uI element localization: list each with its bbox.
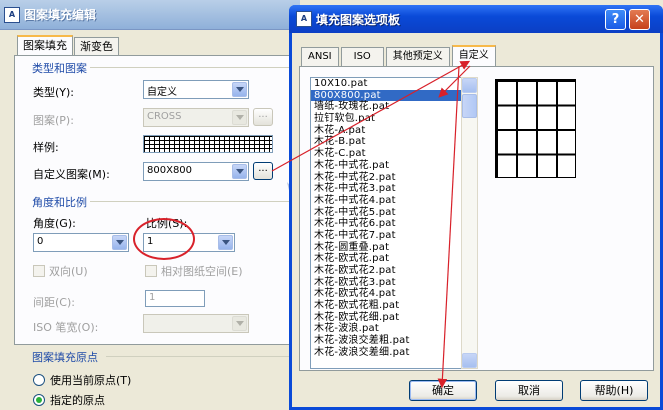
pattern-list-item[interactable]: 木花-中式花7.pat [311,230,477,242]
pattern-list-item[interactable]: 木花-欧式花3.pat [311,277,477,289]
pattern-list-item[interactable]: 木花-欧式花.pat [311,253,477,265]
pattern-swatch[interactable] [143,135,273,153]
pattern-list-item[interactable]: 木花-欧式花4.pat [311,288,477,300]
custom-pattern-label: 自定义图案(M): [33,168,110,181]
swatch-label: 样例: [33,141,59,154]
hatch-edit-tabs: 图案填充 渐变色 [17,35,120,56]
hatch-edit-title: 图案填充编辑 [24,8,97,22]
iso-pen-label: ISO 笔宽(O): [33,321,99,334]
autocad-app-icon: A [296,11,312,27]
spacing-label: 间距(C): [33,296,75,309]
type-select-value: 自定义 [147,87,177,98]
hatch-edit-titlebar[interactable]: A 图案填充编辑 [0,0,300,30]
origin-divider [106,356,300,357]
tab-ansi[interactable]: ANSI [301,47,339,67]
checkbox-box[interactable] [145,265,157,277]
chevron-down-icon[interactable] [218,235,233,250]
pattern-list-item[interactable]: 木花-B.pat [311,136,477,148]
specified-origin-label: 指定的原点 [50,394,105,407]
chevron-down-icon[interactable] [112,235,127,250]
origin-heading: 图案填充原点 [32,351,98,364]
tab-hatch[interactable]: 图案填充 [17,35,73,56]
pattern-list-item[interactable]: 10X10.pat [311,78,477,90]
help-icon[interactable]: ? [605,9,626,30]
relative-paper-label: 相对图纸空间(E) [161,265,243,278]
use-current-origin-label: 使用当前原点(T) [50,374,132,387]
checkbox-box[interactable] [33,265,45,277]
scroll-thumb[interactable] [462,94,477,118]
type-select[interactable]: 自定义 [143,80,249,99]
pattern-list-item[interactable]: 木花-圆重叠.pat [311,242,477,254]
type-pattern-divider [90,67,300,68]
pattern-list-item[interactable]: 木花-中式花2.pat [311,172,477,184]
pattern-list-item[interactable]: 木花-中式花4.pat [311,195,477,207]
tab-custom[interactable]: 自定义 [451,45,496,67]
chevron-down-icon[interactable] [232,164,247,179]
pattern-list-item[interactable]: 木花-欧式花粗.pat [311,300,477,312]
specified-origin-radio[interactable]: 指定的原点 [33,392,105,408]
cancel-button[interactable]: 取消 [495,380,563,401]
angle-scale-divider [90,201,300,202]
pattern-list-item[interactable]: 木花-中式花6.pat [311,218,477,230]
radio-dot-selected[interactable] [33,394,45,406]
iso-pen-select[interactable] [143,314,249,333]
pattern-list-item[interactable]: 木花-欧式花2.pat [311,265,477,277]
use-current-origin-radio[interactable]: 使用当前原点(T) [33,372,131,388]
chevron-down-icon[interactable] [232,82,247,97]
scroll-up-button[interactable] [462,78,477,93]
pattern-preview [495,79,576,178]
pattern-label: 图案(P): [33,114,74,127]
relative-paper-checkbox[interactable]: 相对图纸空间(E) [145,263,243,279]
pattern-browse-button[interactable]: ... [253,108,273,126]
scroll-down-button[interactable] [462,353,477,368]
autocad-app-icon: A [4,6,20,23]
pattern-list-item[interactable]: 木花-中式花3.pat [311,183,477,195]
pattern-list-item[interactable]: 木花-波浪.pat [311,323,477,335]
spacing-field[interactable]: 1 [145,290,205,307]
tab-other-predefined[interactable]: 其他预定义 [385,47,450,67]
pattern-list-item[interactable]: 木花-中式花.pat [311,160,477,172]
angle-select-value: 0 [37,236,44,247]
help-button[interactable]: 帮助(H) [580,380,648,401]
palette-tabs: ANSI ISO 其他预定义 自定义 [301,45,498,67]
pattern-list-item[interactable]: 木花-C.pat [311,148,477,160]
pattern-list-item[interactable]: 木花-波浪交差粗.pat [311,335,477,347]
ok-button[interactable]: 确定 [409,380,477,401]
pattern-list-item[interactable]: 800X800.pat [311,89,477,102]
double-checkbox-label: 双向(U) [49,265,88,278]
custom-pattern-browse-button[interactable]: ... [253,162,273,180]
close-icon[interactable]: ✕ [629,9,650,30]
angle-scale-heading: 角度和比例 [32,196,87,209]
radio-dot[interactable] [33,374,45,386]
angle-label: 角度(G): [33,217,76,230]
pattern-list-item[interactable]: 木花-A.pat [311,125,477,137]
pattern-list-item[interactable]: 拉钉软包.pat [311,113,477,125]
hatch-palette-title: 填充图案选项板 [316,12,401,27]
pattern-select[interactable]: CROSS [143,108,249,127]
type-pattern-heading: 类型和图案 [32,62,87,75]
tab-gradient[interactable]: 渐变色 [74,37,119,56]
hatch-edit-dialog: A 图案填充编辑 图案填充 渐变色 类型和图案 类型(Y): 自定义 图案(P)… [0,0,314,410]
double-checkbox[interactable]: 双向(U) [33,263,88,279]
pattern-list-item[interactable]: 墙纸-玫瑰花.pat [311,101,477,113]
chevron-down-icon[interactable] [232,110,247,125]
pattern-select-value: CROSS [147,111,182,122]
pattern-list-item[interactable]: 木花-欧式花细.pat [311,312,477,324]
pattern-list-item[interactable]: 木花-波浪交差细.pat [311,347,477,359]
pattern-list[interactable]: 10X10.pat 800X800.pat 墙纸-玫瑰花.pat 拉钉软包.pat 木花… [310,77,478,369]
chevron-down-icon[interactable] [232,316,247,331]
scale-highlight-circle [133,218,195,260]
pattern-list-item[interactable]: 木花-中式花5.pat [311,207,477,219]
hatch-palette-titlebar[interactable]: A 填充图案选项板 ? ✕ [289,5,663,33]
custom-pattern-value: 800X800 [147,165,193,176]
angle-select[interactable]: 0 [33,233,129,252]
custom-pattern-select[interactable]: 800X800 [143,162,249,181]
hatch-palette-dialog: A 填充图案选项板 ? ✕ ANSI ISO 其他预定义 自定义 10X10.p… [289,5,663,410]
type-label: 类型(Y): [33,86,75,99]
tab-iso[interactable]: ISO [340,47,384,67]
pattern-list-scrollbar[interactable] [461,77,478,369]
